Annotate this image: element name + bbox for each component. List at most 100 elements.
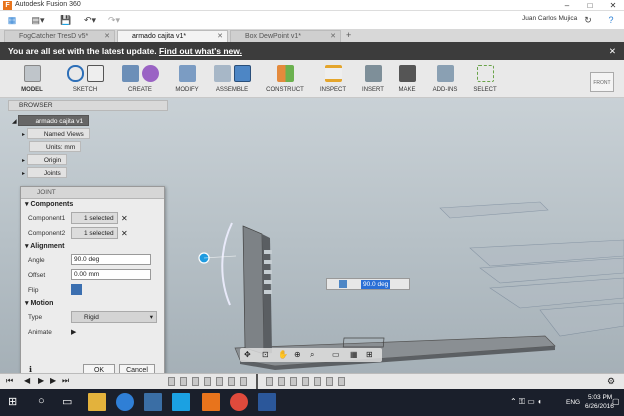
view-cube[interactable]: FRONT [590,72,614,92]
help-icon[interactable]: ? [603,14,619,26]
go-to-start-icon[interactable]: ⏮ [6,376,13,386]
angle-value-input[interactable]: 90.0 deg [361,280,391,289]
display-settings-icon[interactable]: ▭ [332,350,340,359]
timeline-feature[interactable] [204,377,211,386]
browser-item-named-views[interactable]: ▸ Named Views [8,128,168,141]
timeline-feature[interactable] [228,377,235,386]
task-view-icon[interactable]: ▭ [62,395,72,408]
timeline-feature[interactable] [180,377,187,386]
toolbar-construct[interactable]: CONSTRUCT [262,62,308,96]
clear-component1-icon[interactable]: ✕ [121,214,128,223]
toolbar-make[interactable]: MAKE [392,62,422,96]
maximize-button[interactable]: □ [579,0,601,11]
timeline-feature[interactable] [240,377,247,386]
new-tab-button[interactable]: + [346,30,351,40]
pan-icon[interactable]: ✋ [278,350,288,359]
timeline-feature[interactable] [266,377,273,386]
clear-component2-icon[interactable]: ✕ [121,229,128,238]
undo-icon[interactable]: ↶▾ [82,14,98,26]
timeline-feature[interactable] [314,377,321,386]
component1-select[interactable]: 1 selected [71,212,118,224]
offset-input[interactable]: 0.00 mm [71,269,151,280]
toolbar-modify[interactable]: MODIFY [170,62,204,96]
tab-fogcatcher[interactable]: FogCatcher TresD v5* ✕ [4,30,115,42]
job-status-icon[interactable]: ↻ [580,14,596,26]
language-indicator[interactable]: ENG [566,399,580,406]
clock-time[interactable]: 5:03 PM [588,394,612,401]
motion-section[interactable]: ▾ Motion [21,298,164,310]
close-icon[interactable]: ✕ [104,31,110,42]
timeline-feature[interactable] [216,377,223,386]
timeline-feature[interactable] [326,377,333,386]
step-forward-icon[interactable]: ▶ [50,376,56,385]
viewports-icon[interactable]: ⊞ [366,350,373,359]
notifications-icon[interactable]: ▢ [612,397,620,406]
root-component-label[interactable]: armado cajita v1 [18,115,90,126]
word-icon[interactable] [258,393,276,411]
timeline-feature[interactable] [278,377,285,386]
windows-start-icon[interactable]: ⊞ [8,395,17,408]
minimize-button[interactable]: – [556,0,578,11]
timeline-marker[interactable] [256,374,258,390]
toolbar-select[interactable]: SELECT [468,62,502,96]
step-back-icon[interactable]: ◀ [24,376,30,385]
rotation-arc[interactable] [221,222,233,306]
look-at-icon[interactable]: ⊡ [262,350,269,359]
component2-select[interactable]: 1 selected [71,227,118,239]
browser-item-origin[interactable]: ▸ Origin [8,154,168,167]
timeline-feature[interactable] [338,377,345,386]
toolbar-insert[interactable]: INSERT [356,62,390,96]
close-icon[interactable]: ✕ [217,31,223,42]
vertical-panel[interactable] [242,225,265,355]
browser-item-joints[interactable]: ▸ Joints [8,167,168,180]
alignment-section[interactable]: ▾ Alignment [21,241,164,253]
timeline-feature[interactable] [192,377,199,386]
timeline-feature[interactable] [290,377,297,386]
save-icon[interactable]: 💾 [58,14,74,26]
toolbar-addins[interactable]: ADD-INS [426,62,464,96]
grid-settings-icon[interactable]: ▦ [350,350,358,359]
joint-dialog-header[interactable]: JOINT [21,187,164,199]
store-icon[interactable] [144,393,162,411]
tray-icons[interactable]: ⌃ ⚿ ▭ ◖ [510,397,542,407]
angle-heads-up-input[interactable]: 90.0 deg [326,278,410,290]
app-icon[interactable] [172,393,190,411]
user-name[interactable]: Juan Carlos Mujica [522,15,577,22]
toolbar-create[interactable]: CREATE [114,62,166,96]
close-button[interactable]: ✕ [602,0,624,11]
browser-item-units[interactable]: Units: mm [8,141,168,154]
timeline-feature[interactable] [168,377,175,386]
toolbar-inspect[interactable]: INSPECT [314,62,352,96]
toolbar-assemble[interactable]: ASSEMBLE [206,62,258,96]
close-icon[interactable]: ✕ [609,42,616,60]
chrome-icon[interactable] [230,393,248,411]
data-panel-icon[interactable]: ▦ [4,14,20,26]
fusion-360-icon[interactable] [202,393,220,411]
whats-new-link[interactable]: Find out what's new. [159,46,242,56]
motion-type-select[interactable]: Rigid ▾ [71,311,157,323]
flip-button[interactable] [71,284,82,295]
close-icon[interactable]: ✕ [330,31,336,42]
tab-armado-cajita[interactable]: armado cajita v1* ✕ [117,30,228,42]
browser-root[interactable]: ◢ armado cajita v1 [8,115,168,128]
angle-input[interactable]: 90.0 deg [71,254,151,265]
go-to-end-icon[interactable]: ⏭ [62,376,69,386]
zoom-icon[interactable]: ⊕ [294,350,301,359]
edge-icon[interactable] [116,393,134,411]
timeline-settings-icon[interactable]: ⚙ [607,376,615,387]
orbit-icon[interactable]: ✥ [244,350,251,359]
file-explorer-icon[interactable] [88,393,106,411]
browser-header[interactable]: BROWSER [8,100,168,111]
timeline-feature[interactable] [302,377,309,386]
redo-icon[interactable]: ↷▾ [106,14,122,26]
play-icon[interactable]: ▶ [38,376,44,385]
toolbar-sketch[interactable]: SKETCH [60,62,110,96]
fit-icon[interactable]: ⌕ [310,350,314,360]
animate-play-icon[interactable]: ▶ [71,328,76,336]
workspace-switcher[interactable]: MODEL [12,62,52,96]
file-menu-icon[interactable]: ▤▾ [30,14,46,26]
search-icon[interactable]: ○ [38,395,45,407]
tab-box-dewpoint[interactable]: Box DewPoint v1* ✕ [230,30,341,42]
components-section[interactable]: ▾ Components [21,199,164,211]
collapse-icon[interactable]: ◢ [12,119,17,125]
